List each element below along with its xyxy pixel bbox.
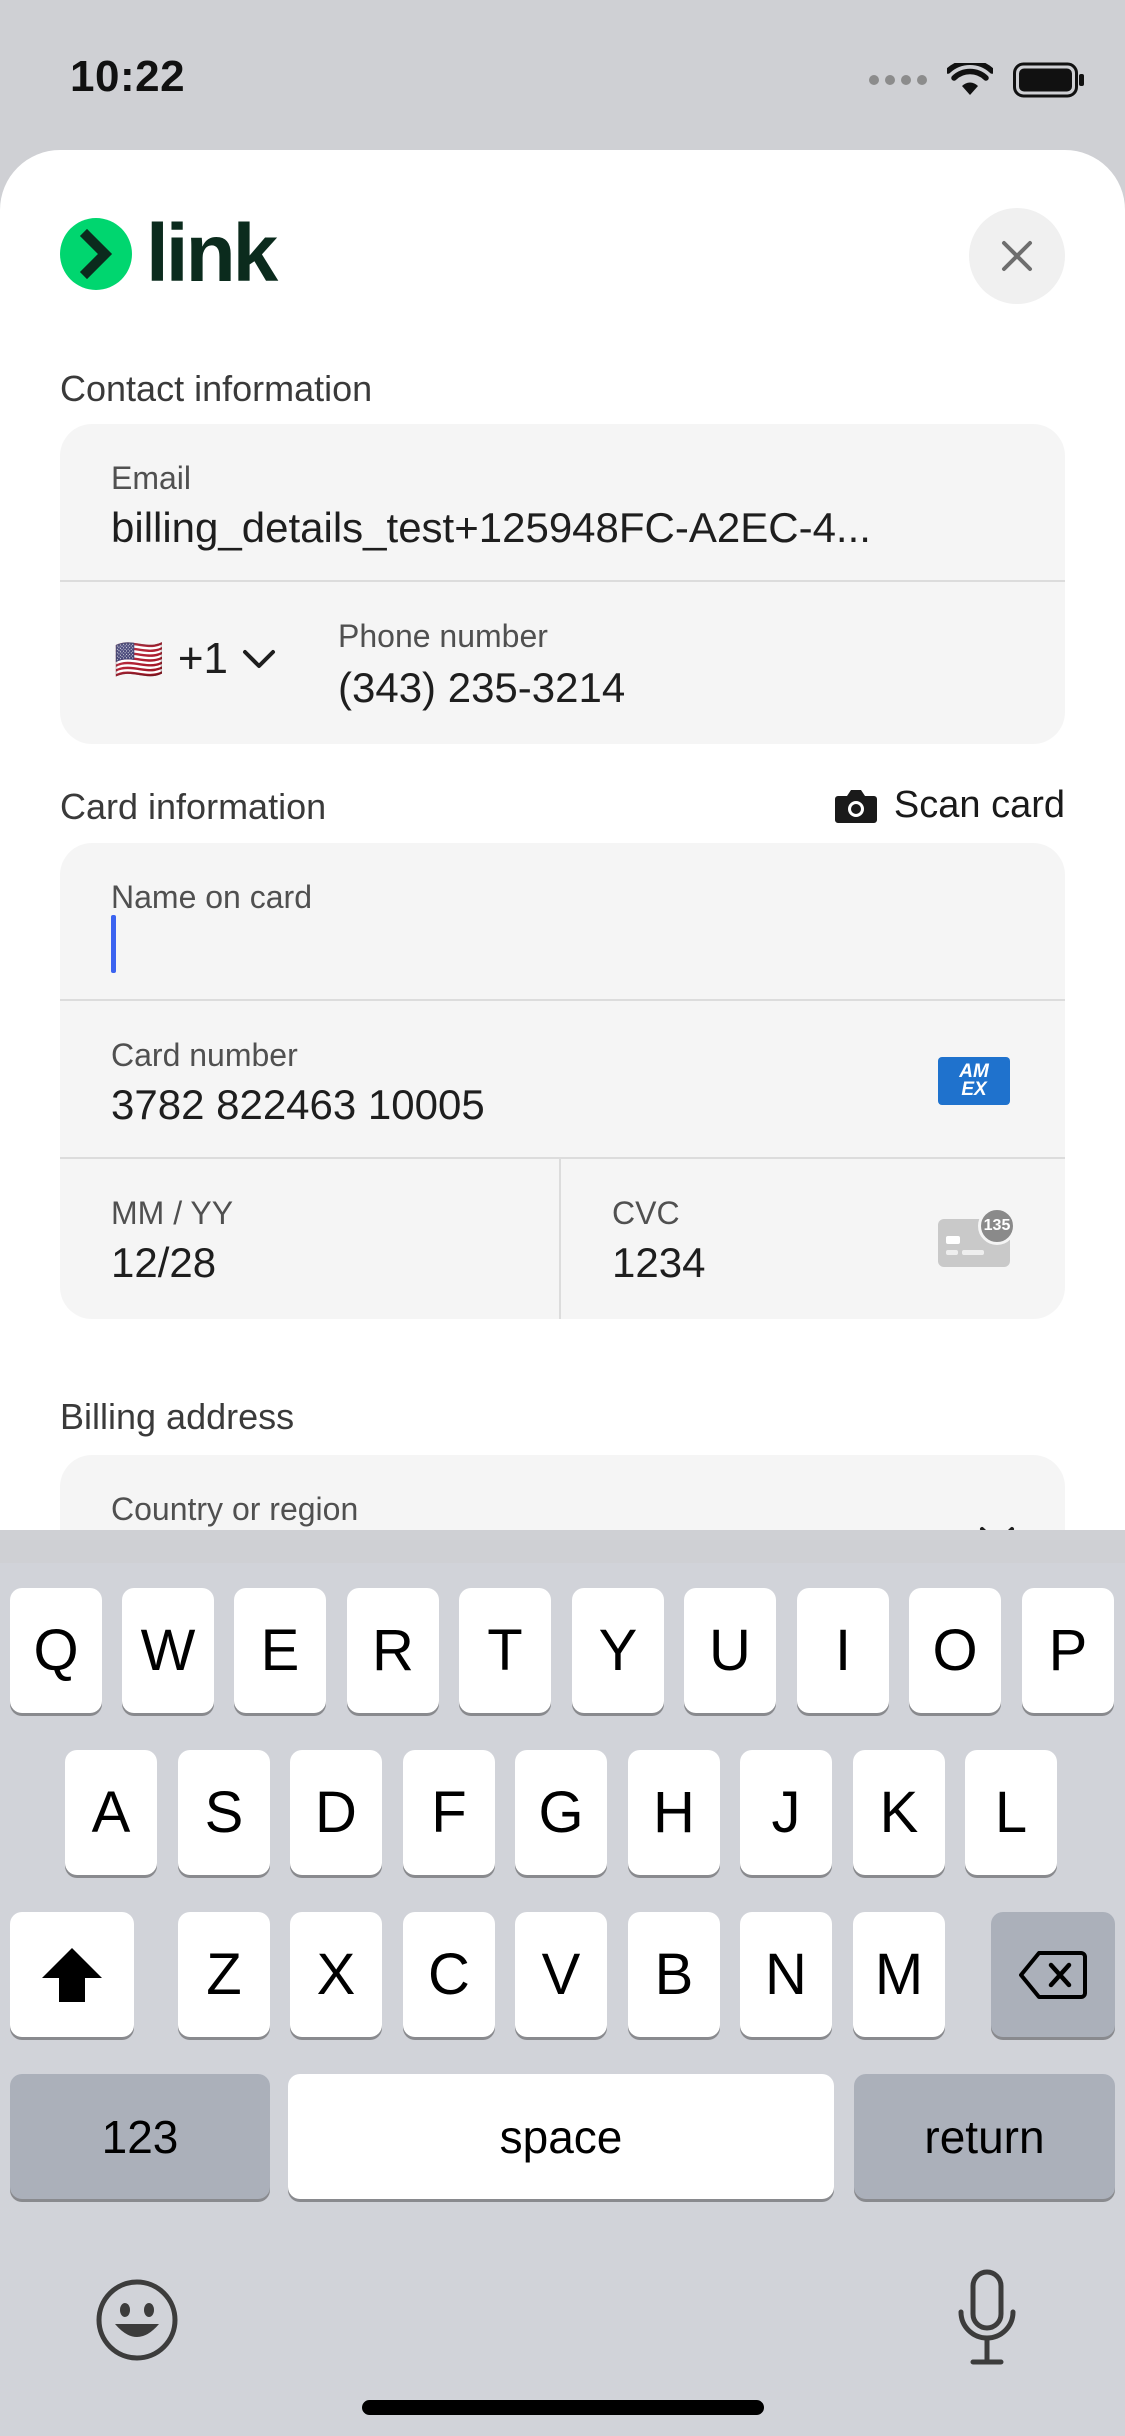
key-w[interactable]: W — [122, 1588, 214, 1713]
country-code-selector[interactable]: 🇺🇸 +1 — [114, 634, 276, 684]
key-m[interactable]: M — [853, 1912, 945, 2037]
email-value: billing_details_test+125948FC-A2EC-4... — [111, 504, 871, 551]
chevron-down-icon — [242, 650, 275, 668]
card-section-label: Card information — [60, 786, 327, 827]
status-bar: 10:22 — [0, 0, 1125, 150]
microphone-icon — [958, 2269, 1016, 2365]
card-number-field[interactable]: Card number 3782 822463 10005 AM EX — [60, 1001, 1065, 1159]
country-region-label: Country or region — [111, 1491, 359, 1527]
card-number-value: 3782 822463 10005 — [111, 1081, 485, 1128]
billing-section-label: Billing address — [60, 1396, 295, 1437]
name-on-card-label: Name on card — [111, 879, 312, 915]
cvc-value: 1234 — [612, 1239, 706, 1286]
phone-label: Phone number — [338, 618, 548, 654]
close-button[interactable] — [969, 208, 1065, 304]
expiry-cvc-row: MM / YY 12/28 CVC 1234 135 — [60, 1159, 1065, 1319]
shift-arrow-icon — [42, 1947, 102, 2002]
numbers-key[interactable]: 123 — [10, 2074, 270, 2199]
key-b[interactable]: B — [628, 1912, 720, 2037]
expiry-value: 12/28 — [111, 1239, 217, 1286]
status-icons — [869, 60, 1085, 100]
camera-icon — [834, 789, 877, 823]
cvc-label: CVC — [612, 1195, 680, 1231]
key-t[interactable]: T — [459, 1588, 551, 1713]
name-on-card-field[interactable]: Name on card — [60, 843, 1065, 1001]
phone-field[interactable]: Phone number (343) 235-3214 — [338, 582, 1065, 744]
key-l[interactable]: L — [965, 1750, 1057, 1875]
battery-icon — [1013, 62, 1084, 98]
contact-group: Email billing_details_test+125948FC-A2EC… — [60, 424, 1065, 744]
card-group: Name on card Card number 3782 822463 100… — [60, 843, 1065, 1319]
key-o[interactable]: O — [909, 1588, 1001, 1713]
delete-icon — [1019, 1950, 1087, 1999]
us-flag-icon: 🇺🇸 — [114, 637, 164, 682]
amex-icon-label: AM EX — [959, 1061, 989, 1100]
key-s[interactable]: S — [178, 1750, 270, 1875]
key-g[interactable]: G — [515, 1750, 607, 1875]
cvc-field[interactable]: CVC 1234 135 — [561, 1159, 1065, 1319]
key-a[interactable]: A — [65, 1750, 157, 1875]
key-c[interactable]: C — [403, 1912, 495, 2037]
billing-group: Country or region — [60, 1455, 1065, 1530]
key-i[interactable]: I — [797, 1588, 889, 1713]
wifi-icon — [947, 63, 993, 95]
email-field[interactable]: Email billing_details_test+125948FC-A2EC… — [60, 424, 1065, 582]
email-label: Email — [111, 460, 192, 496]
key-v[interactable]: V — [515, 1912, 607, 2037]
space-key[interactable]: space — [288, 2074, 834, 2199]
home-indicator[interactable] — [362, 2400, 764, 2415]
emoji-icon — [96, 2279, 178, 2361]
key-e[interactable]: E — [234, 1588, 326, 1713]
return-key[interactable]: return — [854, 2074, 1115, 2199]
chevron-down-icon — [980, 1527, 1014, 1530]
key-k[interactable]: K — [853, 1750, 945, 1875]
key-h[interactable]: H — [628, 1750, 720, 1875]
phone-row: 🇺🇸 +1 Phone number (343) 235-3214 — [60, 582, 1065, 744]
amex-icon: AM EX — [938, 1057, 1010, 1105]
emoji-button[interactable] — [95, 2278, 179, 2362]
link-logo: link — [60, 208, 278, 299]
scan-card-label: Scan card — [893, 784, 1065, 826]
shift-key[interactable] — [10, 1912, 134, 2037]
close-icon — [1002, 241, 1032, 271]
link-arrow-icon — [60, 218, 132, 290]
cellular-signal-icon — [869, 75, 927, 85]
expiry-field[interactable]: MM / YY 12/28 — [60, 1159, 561, 1319]
key-x[interactable]: X — [290, 1912, 382, 2037]
text-caret — [111, 915, 116, 973]
brand-name: link — [146, 208, 278, 299]
key-y[interactable]: Y — [572, 1588, 664, 1713]
key-f[interactable]: F — [403, 1750, 495, 1875]
key-q[interactable]: Q — [10, 1588, 102, 1713]
key-z[interactable]: Z — [178, 1912, 270, 2037]
cvc-card-icon: 135 — [938, 1207, 1016, 1267]
link-sheet: link Contact information Email billing_d… — [0, 150, 1125, 1530]
country-code: +1 — [177, 634, 228, 683]
key-d[interactable]: D — [290, 1750, 382, 1875]
country-region-field[interactable]: Country or region — [60, 1455, 1065, 1530]
card-number-label: Card number — [111, 1037, 298, 1073]
key-r[interactable]: R — [347, 1588, 439, 1713]
keyboard: Q W E R T Y U I O P A S D F G H J K L Z … — [0, 1563, 1125, 2436]
contact-section-label: Contact information — [60, 368, 373, 409]
delete-key[interactable] — [991, 1912, 1115, 2037]
key-p[interactable]: P — [1022, 1588, 1114, 1713]
status-time: 10:22 — [70, 52, 186, 101]
phone-value: (343) 235-3214 — [338, 664, 626, 711]
expiry-label: MM / YY — [111, 1195, 234, 1231]
scan-card-button[interactable]: Scan card — [834, 784, 1065, 827]
key-j[interactable]: J — [740, 1750, 832, 1875]
dictation-button[interactable] — [955, 2268, 1019, 2368]
key-u[interactable]: U — [684, 1588, 776, 1713]
cvc-hint-badge: 135 — [978, 1207, 1016, 1245]
key-n[interactable]: N — [740, 1912, 832, 2037]
